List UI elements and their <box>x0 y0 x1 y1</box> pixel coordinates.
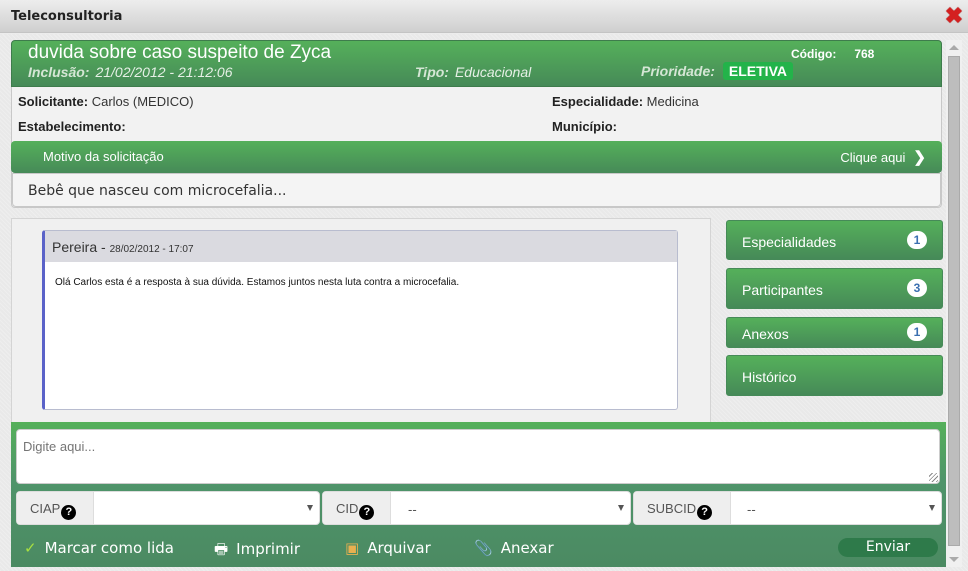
cid-addon: CID? <box>323 492 391 524</box>
solicitante-field: Solicitante: Carlos (MEDICO) <box>18 94 194 109</box>
solicitante-label: Solicitante: <box>18 94 89 109</box>
tipo-label: Tipo: <box>415 64 449 80</box>
codigo-value: 768 <box>854 47 875 61</box>
message-body: Olá Carlos esta é a resposta à sua dúvid… <box>55 277 460 288</box>
motivo-toggle-bar[interactable]: Motivo da solicitação Clique aqui ❯ <box>11 141 942 173</box>
dropdown-caret-icon <box>618 505 624 511</box>
scrollbar-thumb[interactable] <box>948 56 960 546</box>
archive-label: Arquivar <box>367 539 431 557</box>
sidebar-item-participantes[interactable]: Participantes 3 <box>726 268 943 309</box>
subcid-value: -- <box>747 502 756 517</box>
attach-button[interactable]: 📎 Anexar <box>474 539 554 557</box>
vertical-scrollbar[interactable] <box>946 40 962 567</box>
subcid-label: SUBCID <box>647 501 697 516</box>
sidebar-item-label: Especialidades <box>742 234 837 250</box>
count-badge: 3 <box>907 279 927 297</box>
motivo-expand-link[interactable]: Clique aqui ❯ <box>840 148 926 166</box>
municipio-label: Município: <box>552 119 617 134</box>
cid-value: -- <box>408 502 417 517</box>
print-label: Imprimir <box>236 540 301 558</box>
close-icon[interactable]: ✖ <box>944 5 964 27</box>
sidebar-item-especialidades[interactable]: Especialidades 1 <box>726 220 943 260</box>
inclusao-field: Inclusão: 21/02/2012 - 21:12:06 <box>28 64 232 80</box>
mark-read-label: Marcar como lida <box>44 539 174 557</box>
count-badge: 1 <box>907 231 927 249</box>
scroll-up-icon[interactable] <box>949 45 959 50</box>
codigo-label: Código: <box>791 47 837 61</box>
resize-grip-icon[interactable] <box>929 473 938 482</box>
prioridade-field: Prioridade: ELETIVA <box>641 62 793 80</box>
printer-icon: 🖶 <box>214 540 229 558</box>
cid-label: CID <box>336 501 359 516</box>
help-icon[interactable]: ? <box>697 505 713 520</box>
attach-label: Anexar <box>500 539 554 557</box>
especialidade-field: Especialidade: Medicina <box>552 94 699 109</box>
tipo-field: Tipo: Educacional <box>415 64 531 80</box>
consultation-subject: duvida sobre caso suspeito de Zyca <box>28 42 332 63</box>
codigo-field: Código: 768 <box>791 47 874 61</box>
ciap-addon: CIAP? <box>17 492 94 524</box>
dropdown-caret-icon <box>307 505 313 511</box>
print-button[interactable]: 🖶 Imprimir <box>214 539 300 564</box>
window-title: Teleconsultoria <box>11 9 123 24</box>
inclusao-label: Inclusão: <box>28 64 90 80</box>
motivo-action-label: Clique aqui <box>840 150 906 165</box>
dropdown-caret-icon <box>929 505 935 511</box>
count-badge: 1 <box>907 323 927 341</box>
message-separator: - <box>97 239 110 255</box>
scroll-down-icon[interactable] <box>949 557 959 562</box>
chevron-right-icon: ❯ <box>913 149 926 166</box>
sidebar-item-label: Histórico <box>742 369 797 385</box>
estabelecimento-label: Estabelecimento: <box>18 119 126 134</box>
window-titlebar: Teleconsultoria ✖ <box>0 0 968 33</box>
reply-textarea[interactable] <box>16 429 940 484</box>
tipo-value: Educacional <box>454 64 532 80</box>
sidebar-item-label: Anexos <box>742 326 789 342</box>
especialidade-value: Medicina <box>646 94 699 109</box>
paperclip-icon: 📎 <box>474 539 493 557</box>
mark-read-button[interactable]: ✓ Marcar como lida <box>24 539 174 557</box>
cid-select[interactable]: CID? -- <box>322 491 631 525</box>
sidebar-item-label: Participantes <box>742 282 823 298</box>
ciap-select[interactable]: CIAP? <box>16 491 320 525</box>
priority-badge: ELETIVA <box>722 62 793 80</box>
prioridade-label: Prioridade: <box>641 63 715 79</box>
message-header: Pereira - 28/02/2012 - 17:07 <box>45 231 677 262</box>
subcid-addon: SUBCID? <box>634 492 731 524</box>
estabelecimento-field: Estabelecimento: <box>18 119 126 134</box>
municipio-field: Município: <box>552 119 617 134</box>
motivo-text: Bebê que nasceu com microcefalia... <box>12 173 941 207</box>
message-datetime: 28/02/2012 - 17:07 <box>109 244 194 255</box>
send-button[interactable]: Enviar <box>838 538 938 557</box>
sidebar-item-anexos[interactable]: Anexos 1 <box>726 317 943 348</box>
solicitante-value: Carlos (MEDICO) <box>91 94 194 109</box>
inclusao-value: 21/02/2012 - 21:12:06 <box>95 64 233 80</box>
ciap-label: CIAP <box>30 501 61 516</box>
message-author: Pereira <box>52 239 98 255</box>
consultation-header: duvida sobre caso suspeito de Zyca Códig… <box>11 40 942 87</box>
checkmark-icon: ✓ <box>24 539 37 557</box>
sidebar-item-historico[interactable]: Histórico <box>726 355 943 396</box>
message-card: Pereira - 28/02/2012 - 17:07 Olá Carlos … <box>42 230 678 410</box>
motivo-label: Motivo da solicitação <box>43 149 164 164</box>
help-icon[interactable]: ? <box>359 505 375 520</box>
archive-box-icon: ▣ <box>345 539 360 557</box>
subcid-select[interactable]: SUBCID? -- <box>633 491 942 525</box>
help-icon[interactable]: ? <box>61 505 77 520</box>
especialidade-label: Especialidade: <box>552 94 644 109</box>
archive-button[interactable]: ▣ Arquivar <box>345 539 431 557</box>
